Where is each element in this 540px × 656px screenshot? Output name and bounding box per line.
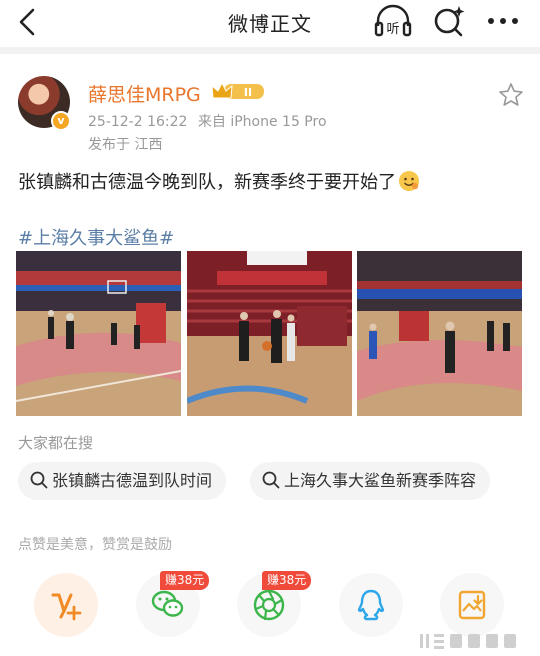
post-text: 张镇麟和古德温今晚到队，新赛季终于要开始了 (18, 168, 420, 194)
search-suggestion-chip[interactable]: 上海久事大鲨鱼新赛季阵容 (250, 462, 491, 500)
earn-badge: 赚38元 (160, 571, 210, 590)
post-photo-1[interactable] (16, 251, 181, 416)
save-image-icon (458, 590, 486, 620)
search-suggestion-label: 上海久事大鲨鱼新赛季阵容 (284, 471, 477, 490)
post-photo-3[interactable] (357, 251, 522, 416)
qq-icon (357, 589, 385, 621)
search-icon (262, 471, 280, 489)
praise-hint: 点赞是美意，赞赏是鼓励 (18, 537, 172, 553)
svg-text:II: II (244, 86, 252, 99)
search-icon[interactable] (430, 2, 468, 40)
search-icon (30, 471, 48, 489)
post-photo-2[interactable] (187, 251, 352, 416)
court-photo-2-image (187, 251, 352, 416)
timestamp: 25-12-2 16:22 (88, 114, 188, 130)
watermark-logo-icon (420, 634, 516, 649)
more-options-icon[interactable] (484, 5, 522, 37)
section-divider (0, 47, 540, 54)
search-suggestion-chip[interactable]: 张镇麟古德温到队时间 (18, 462, 227, 500)
favorite-star-icon[interactable] (498, 82, 524, 108)
post-meta: 25-12-2 16:22 来自 iPhone 15 Pro (88, 111, 327, 131)
share-qq-button[interactable] (339, 573, 403, 637)
reward-button[interactable] (34, 573, 98, 637)
verified-badge-icon: v (51, 111, 71, 131)
post-text-body: 张镇麟和古德温今晚到队，新赛季终于要开始了 (18, 172, 396, 193)
search-suggestions-title: 大家都在搜 (18, 434, 94, 452)
earn-badge: 赚38元 (262, 571, 312, 590)
post-location: 发布于 江西 (88, 137, 163, 153)
v-plus-icon (51, 593, 82, 621)
vip-crown-badge-icon: II (211, 81, 264, 99)
post-source: 来自 iPhone 15 Pro (197, 114, 327, 130)
wechat-icon (151, 590, 184, 617)
listen-headphones-icon[interactable]: 听 (373, 2, 413, 40)
court-photo-3-image (357, 251, 522, 416)
username[interactable]: 薛思佳MRPG (88, 80, 201, 107)
top-bar: 微博正文 听 (0, 0, 540, 44)
moments-icon (253, 589, 285, 621)
save-image-button[interactable] (440, 573, 504, 637)
search-suggestion-label: 张镇麟古德温到队时间 (52, 471, 213, 490)
hashtag-link[interactable]: #上海久事大鲨鱼# (18, 224, 174, 250)
listen-label: 听 (386, 22, 399, 37)
court-photo-1-image (16, 251, 181, 416)
smiling-face-emoji-icon (399, 171, 419, 191)
